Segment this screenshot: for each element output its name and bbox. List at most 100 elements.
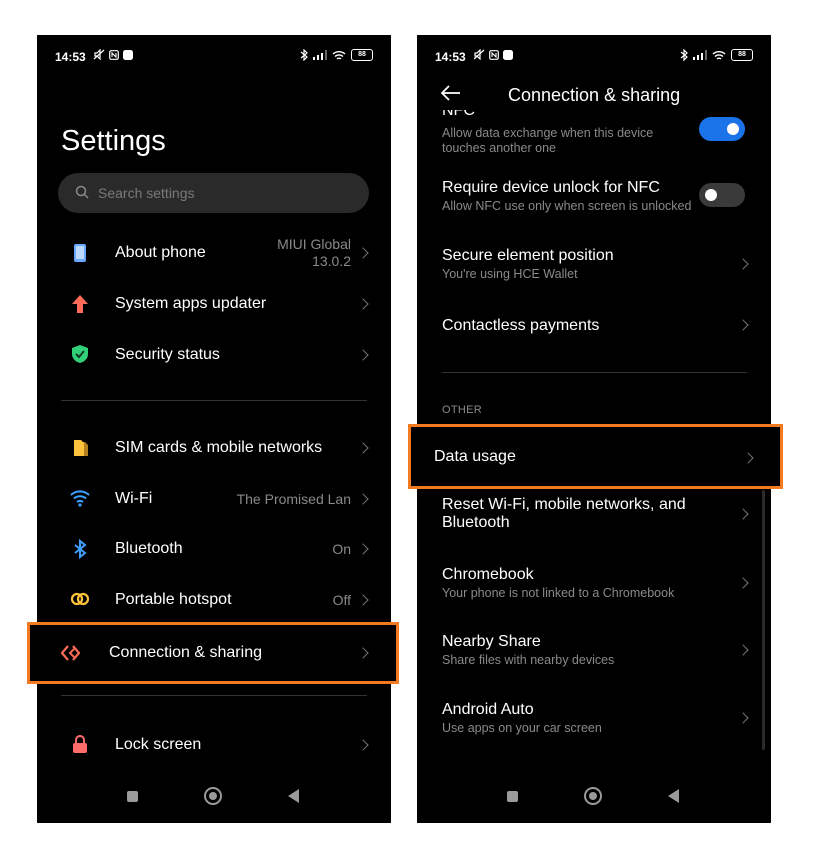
status-time: 14:53 — [55, 50, 86, 64]
back-arrow-icon[interactable] — [441, 85, 461, 101]
chevron-right-icon — [357, 594, 369, 606]
battery-indicator: 88 — [731, 49, 753, 61]
status-right-icons: 88 — [680, 49, 753, 61]
setting-title: Chromebook — [442, 566, 534, 583]
page-title: Settings — [61, 125, 166, 157]
chevron-right-icon — [357, 543, 369, 555]
settings-item-label: About phone — [115, 244, 206, 261]
search-input[interactable]: Search settings — [58, 173, 369, 213]
search-icon — [75, 185, 89, 199]
settings-item-sim-cards[interactable]: SIM cards & mobile networks — [37, 423, 391, 473]
nav-bar — [417, 779, 771, 823]
settings-screen: 14:53 88 Settings Search settings About … — [37, 35, 391, 823]
sim-card-icon — [74, 440, 88, 456]
settings-item-value: Off — [332, 592, 351, 608]
android-auto-setting[interactable]: Android Auto Use apps on your car screen — [442, 701, 771, 736]
wifi-status-icon — [332, 50, 346, 60]
mute-icon — [473, 49, 485, 60]
settings-item-bluetooth[interactable]: Bluetooth On — [37, 524, 391, 574]
settings-item-about-phone[interactable]: About phone MIUI Global 13.0.2 — [37, 228, 391, 278]
back-button[interactable] — [288, 789, 299, 803]
secure-element-setting[interactable]: Secure element position You're using HCE… — [442, 247, 771, 282]
settings-item-label: System apps updater — [115, 295, 267, 312]
reset-network-setting[interactable]: Reset Wi-Fi, mobile networks, and Bluetoo… — [442, 496, 771, 532]
nearby-share-setting[interactable]: Nearby Share Share files with nearby dev… — [442, 633, 771, 668]
signal-icon — [693, 50, 707, 60]
recents-button[interactable] — [127, 791, 138, 802]
bluetooth-icon — [74, 538, 87, 560]
settings-item-label: Security status — [115, 346, 220, 363]
wifi-icon — [70, 490, 90, 507]
setting-title: Android Auto — [442, 701, 534, 718]
notification-icon — [123, 49, 133, 60]
status-bar: 14:53 88 — [37, 35, 391, 79]
settings-item-lock-screen[interactable]: Lock screen — [37, 719, 391, 769]
setting-subtitle: Your phone is not linked to a Chromebook — [442, 586, 675, 600]
nav-bar — [37, 779, 391, 823]
settings-item-wifi[interactable]: Wi-Fi The Promised Lan — [37, 473, 391, 523]
back-button[interactable] — [668, 789, 679, 803]
setting-title: Secure element position — [442, 247, 614, 264]
bluetooth-status-icon — [680, 49, 688, 61]
shield-check-icon — [72, 345, 88, 363]
nfc-toggle[interactable] — [699, 117, 745, 141]
contactless-payments-setting[interactable]: Contactless payments — [442, 317, 771, 335]
phone-info-icon — [74, 244, 86, 262]
data-usage-setting[interactable]: Data usage — [408, 424, 783, 489]
mute-icon — [93, 49, 105, 60]
setting-title: Data usage — [434, 448, 516, 465]
chevron-right-icon — [742, 452, 754, 464]
setting-subtitle: Allow data exchange when this device tou… — [442, 126, 654, 155]
settings-item-value: MIUI Global 13.0.2 — [277, 236, 351, 269]
settings-item-connection-sharing[interactable]: Connection & sharing — [27, 622, 399, 684]
connection-sharing-icon — [60, 645, 81, 661]
chevron-right-icon — [357, 647, 369, 659]
bluetooth-status-icon — [300, 49, 308, 61]
home-button[interactable] — [204, 787, 222, 805]
battery-indicator: 88 — [351, 49, 373, 61]
settings-item-security-status[interactable]: Security status — [37, 329, 391, 379]
lock-icon — [73, 735, 87, 753]
settings-item-system-apps-updater[interactable]: System apps updater — [37, 279, 391, 329]
chevron-right-icon — [357, 298, 369, 310]
section-header-other: OTHER — [442, 404, 482, 416]
chevron-right-icon — [357, 442, 369, 454]
scrollbar[interactable] — [762, 490, 765, 750]
signal-icon — [313, 50, 327, 60]
wifi-status-icon — [712, 50, 726, 60]
divider — [61, 400, 367, 401]
divider — [61, 695, 367, 696]
nfc-icon — [109, 49, 119, 60]
settings-item-label: Lock screen — [115, 736, 202, 753]
divider — [442, 372, 747, 373]
setting-subtitle: You're using HCE Wallet — [442, 267, 578, 281]
chromebook-setting[interactable]: Chromebook Your phone is not linked to a… — [442, 566, 771, 601]
hotspot-icon — [70, 592, 90, 606]
home-button[interactable] — [584, 787, 602, 805]
settings-item-label: Portable hotspot — [115, 591, 232, 608]
settings-item-label: Wi-Fi — [115, 490, 153, 507]
chevron-right-icon — [357, 493, 369, 505]
setting-title: Nearby Share — [442, 633, 541, 650]
status-right-icons: 88 — [300, 49, 373, 61]
require-unlock-toggle[interactable] — [699, 183, 745, 207]
arrow-up-icon — [72, 295, 88, 313]
chevron-right-icon — [357, 349, 369, 361]
status-time: 14:53 — [435, 50, 466, 64]
search-placeholder: Search settings — [98, 185, 195, 201]
chevron-right-icon — [357, 739, 369, 751]
settings-item-value: On — [332, 541, 351, 557]
chevron-right-icon — [357, 247, 369, 259]
settings-item-value: The Promised Lan — [236, 491, 351, 507]
settings-item-portable-hotspot[interactable]: Portable hotspot Off — [37, 574, 391, 624]
status-left-icons — [93, 49, 133, 60]
settings-item-label: Connection & sharing — [109, 644, 262, 661]
status-left-icons — [473, 49, 513, 60]
setting-subtitle: Share files with nearby devices — [442, 653, 615, 667]
settings-item-label: Bluetooth — [115, 540, 183, 557]
recents-button[interactable] — [507, 791, 518, 802]
setting-subtitle: Use apps on your car screen — [442, 721, 602, 735]
setting-title: Reset Wi-Fi, mobile networks, and Bluetoo… — [442, 496, 686, 531]
settings-item-label: SIM cards & mobile networks — [115, 439, 323, 456]
status-bar: 14:53 88 — [417, 35, 771, 79]
